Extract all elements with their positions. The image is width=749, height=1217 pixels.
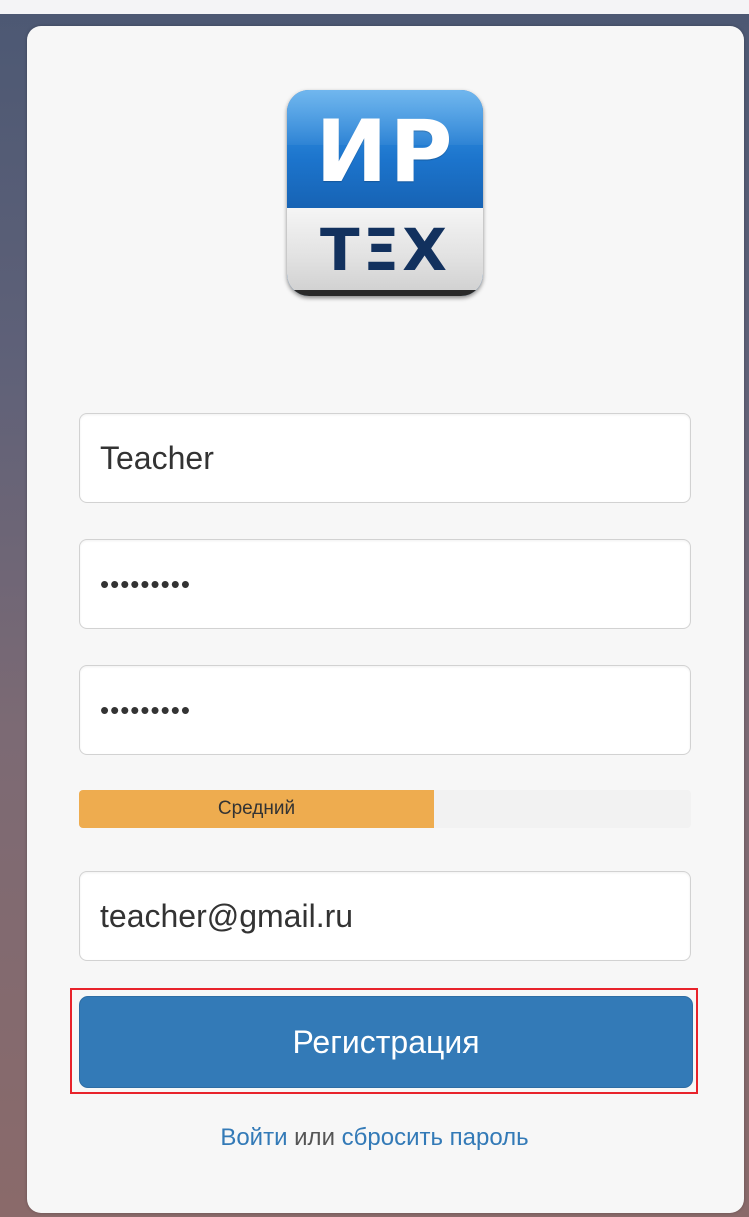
password-strength-bar: Средний: [79, 790, 434, 828]
password-field[interactable]: •••••••••: [79, 539, 691, 629]
password-confirm-field[interactable]: •••••••••: [79, 665, 691, 755]
email-field[interactable]: teacher@gmail.ru: [79, 871, 691, 961]
username-field[interactable]: Teacher: [79, 413, 691, 503]
logo-edge: [287, 290, 483, 296]
logo-bottom-text: ТΞХ: [320, 216, 450, 284]
password-strength-meter: Средний: [79, 790, 691, 828]
logo-top-text: ИР: [315, 102, 455, 202]
links-separator: или: [287, 1124, 342, 1151]
app-logo: ИР ТΞХ: [287, 90, 483, 296]
window-top-strip: [0, 0, 749, 14]
password-strength-label: Средний: [217, 798, 296, 819]
auth-links: Войти или сбросить пароль: [0, 1124, 749, 1152]
login-link[interactable]: Войти: [220, 1124, 287, 1151]
reset-password-link[interactable]: сбросить пароль: [342, 1124, 529, 1151]
register-button[interactable]: Регистрация: [79, 996, 693, 1088]
registration-card: ИР ТΞХ Teacher ••••••••• ••••••••• Средн…: [27, 26, 744, 1213]
